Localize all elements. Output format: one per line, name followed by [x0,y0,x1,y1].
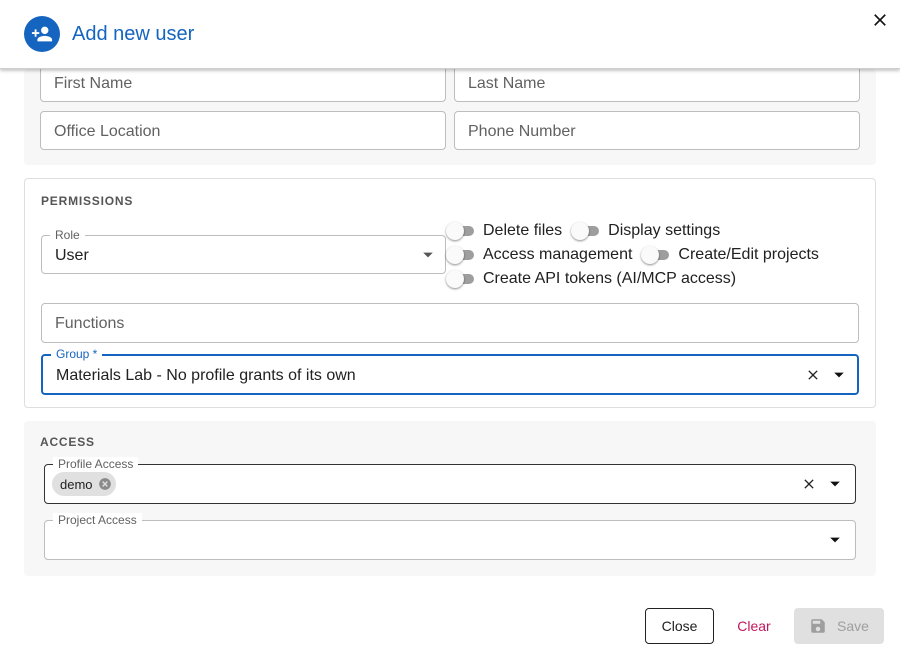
clear-button[interactable]: Clear [726,608,782,644]
role-label: Role [50,228,85,242]
dropdown-arrow-icon[interactable] [823,521,847,559]
create-edit-projects-toggle[interactable] [641,245,671,265]
role-select[interactable]: Role User [41,228,446,274]
display-settings-toggle[interactable] [571,221,601,241]
functions-placeholder: Functions [55,315,125,332]
access-management-label: Access management [483,246,633,263]
access-management-toggle[interactable] [446,245,476,265]
toggle-row-1: Delete files Display settings [446,219,729,243]
profile-access-label: Profile Access [53,457,139,471]
dropdown-arrow-icon[interactable] [416,236,440,273]
access-heading: ACCESS [40,435,95,449]
profile-chip-label: demo [60,476,93,492]
create-api-tokens-toggle[interactable] [446,269,476,289]
dialog-title: Add new user [72,23,195,45]
project-access-select[interactable]: Project Access [44,513,856,560]
office-location-field[interactable]: Office Location [40,111,446,150]
permissions-heading: PERMISSIONS [41,194,134,208]
profile-access-select[interactable]: Profile Access demo [44,457,856,504]
dialog-header: Add new user [0,0,900,69]
dropdown-arrow-icon[interactable] [823,465,847,503]
close-icon[interactable] [868,8,892,32]
group-select[interactable]: Group * Materials Lab - No profile grant… [41,347,859,395]
delete-files-label: Delete files [483,222,563,239]
first-name-placeholder: First Name [54,75,133,92]
person-add-icon [24,16,60,52]
delete-files-toggle[interactable] [446,221,476,241]
group-label: Group * [51,347,103,361]
save-icon [809,617,827,635]
save-label: Save [837,618,869,634]
create-api-tokens-label: Create API tokens (AI/MCP access) [483,270,737,287]
last-name-placeholder: Last Name [468,75,546,92]
profile-chip[interactable]: demo [52,472,116,496]
display-settings-label: Display settings [608,222,721,239]
clear-group-icon[interactable] [801,356,825,393]
close-button[interactable]: Close [645,608,714,644]
phone-number-placeholder: Phone Number [468,123,576,140]
create-edit-projects-label: Create/Edit projects [678,246,819,263]
phone-number-field[interactable]: Phone Number [454,111,860,150]
toggle-row-3: Create API tokens (AI/MCP access) [446,267,745,291]
clear-profile-access-icon[interactable] [797,465,821,503]
toggle-row-2: Access management Create/Edit projects [446,243,828,267]
functions-field[interactable]: Functions [41,303,859,343]
chip-remove-icon[interactable] [98,477,112,491]
office-location-placeholder: Office Location [54,123,161,140]
project-access-label: Project Access [53,513,142,527]
dropdown-arrow-icon[interactable] [827,356,851,393]
save-button[interactable]: Save [794,608,884,644]
group-value: Materials Lab - No profile grants of its… [56,367,356,384]
role-value: User [55,247,89,264]
